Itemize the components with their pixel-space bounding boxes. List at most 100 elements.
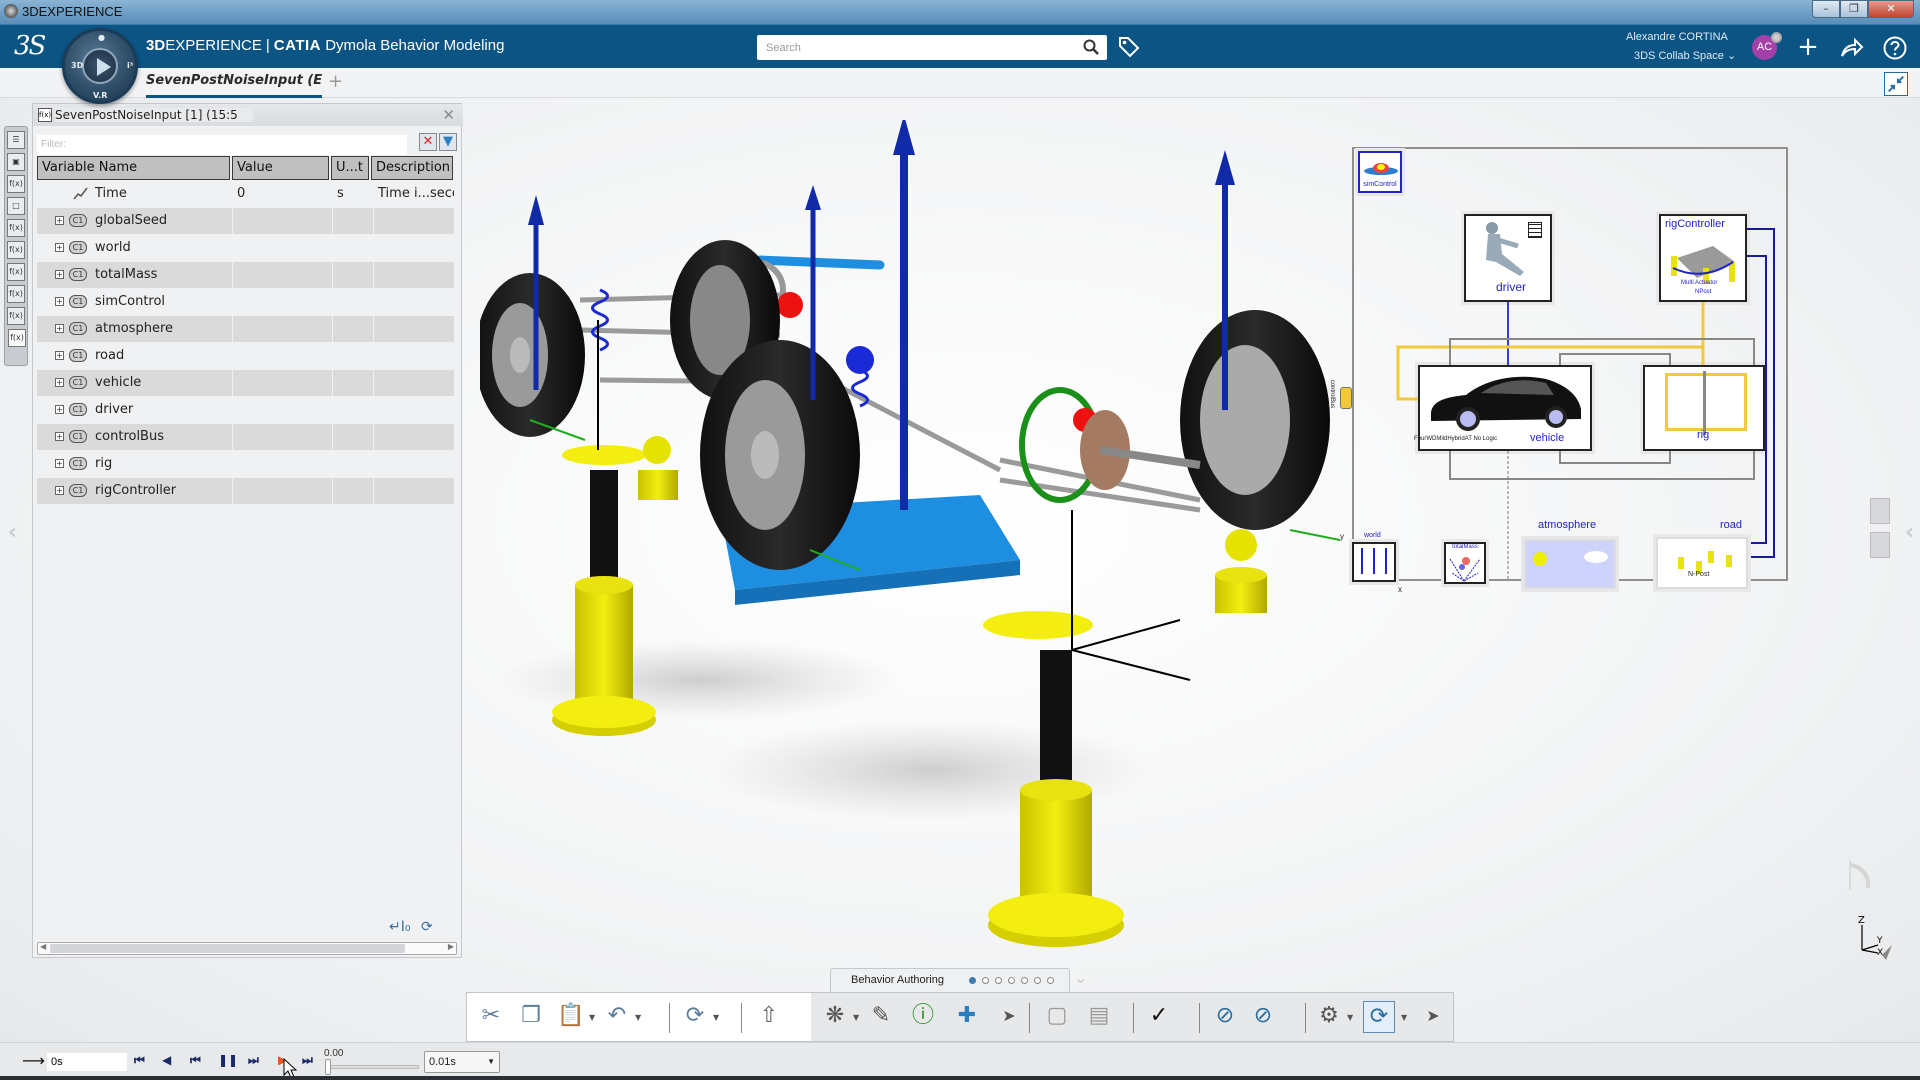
table-row[interactable]: + C1 rig [37,450,457,477]
variable-value-cell[interactable]: 0 [233,181,332,207]
initial-value-icon[interactable]: ↵I₀ [389,919,410,935]
cut-icon[interactable]: ✂ [475,1001,507,1033]
expand-icon[interactable]: + [55,242,64,252]
comment-icon[interactable] [1870,498,1890,524]
collapse-right-panel-icon[interactable]: ‹ [1905,520,1914,545]
table-row[interactable]: + C1 driver [37,396,457,423]
expand-icon[interactable]: + [55,377,64,387]
table-row[interactable]: + C1 totalMass [37,261,457,288]
compass-info-label[interactable]: i³ [127,61,133,70]
share-icon[interactable] [1838,35,1864,61]
table-row[interactable]: + C1 simControl [37,288,457,315]
time-step-select[interactable]: 0.01s ▼ [424,1051,500,1073]
variable-name-cell[interactable]: Time [37,181,232,207]
ds-logo-icon[interactable]: 3S [14,31,46,61]
block-driver[interactable]: driver [1464,214,1552,302]
block-icon[interactable]: ▢ [1041,1001,1073,1033]
tag-icon[interactable] [1117,35,1141,59]
simulate-dropdown-icon[interactable]: ▼ [1401,1013,1407,1022]
variable-name-cell[interactable]: + C1 rigController [37,477,232,504]
component-icon[interactable]: ▣ [7,153,25,171]
page-dot[interactable] [1047,977,1054,984]
step-backward-icon[interactable]: ◀ [162,1053,171,1067]
3d-vehicle-model[interactable] [480,120,1340,960]
playback-slider-thumb[interactable] [325,1059,331,1075]
variable-name-cell[interactable]: + C1 totalMass [37,261,232,288]
clear-filter-icon[interactable]: ✕ [419,133,437,151]
jump-to-start-icon[interactable]: ⏮ [134,1053,145,1068]
table-row[interactable]: + C1 controlBus [37,423,457,450]
expand-icon[interactable]: + [55,431,64,441]
variable-name-cell[interactable]: + C1 world [37,235,232,261]
table-row[interactable]: + C1 rigController [37,477,457,504]
plot-icon[interactable]: f(x) [7,241,25,259]
more-tools-icon[interactable]: ➤ [993,1001,1025,1033]
time-direction-icon[interactable]: ⟶ [22,1051,45,1070]
controlbus-connector[interactable] [1340,387,1352,409]
column-header-name[interactable]: Variable Name [37,156,230,180]
variable-value-cell[interactable] [233,397,332,423]
time-input[interactable] [47,1053,127,1071]
rig-post-rear-right[interactable] [1215,529,1267,613]
page-dot[interactable] [1034,977,1041,984]
variable-name-cell[interactable]: + C1 driver [37,397,232,423]
block-rig[interactable]: rig [1643,365,1765,451]
variable-value-cell[interactable] [233,423,332,450]
wheel-rear-right[interactable] [1180,310,1330,530]
table-row[interactable]: + C1 globalSeed [37,207,457,234]
variable-name-cell[interactable]: + C1 rig [37,451,232,477]
jump-to-end-icon[interactable]: ⏭ [302,1053,313,1068]
variable-value-cell[interactable] [233,235,332,261]
table-row[interactable]: + C1 world [37,234,457,261]
table-row[interactable]: + C1 road [37,342,457,369]
settings-icon[interactable]: ⚙ [1313,1001,1345,1033]
variable-name-cell[interactable]: + C1 simControl [37,289,232,315]
scrollbar-thumb[interactable] [50,944,405,953]
search-box[interactable] [757,35,1107,60]
variable-value-cell[interactable] [233,343,332,369]
table-row[interactable]: + C1 atmosphere [37,315,457,342]
plot-icon-active[interactable]: f(x) [8,329,26,347]
more-actions-icon[interactable]: ➤ [1417,1001,1449,1033]
filter-input[interactable] [37,134,407,155]
horizontal-scrollbar[interactable]: ◀ ▶ [37,942,457,955]
block-vehicle[interactable]: FourWDMildHybridAT No Logic vehicle [1414,365,1592,451]
info-icon[interactable]: ⓘ [907,1001,939,1033]
page-dot[interactable] [995,977,1002,984]
next-frame-icon[interactable]: ⏭ [248,1053,259,1068]
previous-frame-icon[interactable]: ⏮ [190,1053,201,1068]
user-name[interactable]: Alexandre CORTINA [1626,31,1728,43]
copy-icon[interactable]: ❐ [515,1001,547,1033]
simulate-icon[interactable]: ⟳ [1363,1001,1395,1033]
edit-behavior-icon[interactable]: ✎ [865,1001,897,1033]
tree-view-icon[interactable]: ☰ [7,131,25,149]
compass-user-icon[interactable]: ● [98,33,105,42]
block-atmosphere[interactable] [1524,539,1616,589]
variable-value-cell[interactable] [233,451,332,477]
variable-name-cell[interactable]: + C1 atmosphere [37,315,232,342]
page-dot[interactable] [969,977,976,984]
check-icon[interactable]: ✓ [1143,1001,1175,1033]
disconnect-physical-icon[interactable]: ⊘ [1209,1001,1241,1033]
plot-icon[interactable]: f(x) [7,263,25,281]
layout-icon[interactable] [1870,532,1890,558]
expand-icon[interactable]: + [55,269,64,279]
frame-icon[interactable]: □ [7,197,25,215]
tab-sevenpostnoiseinput[interactable]: SevenPostNoiseInput (Encr [146,73,322,98]
variable-value-cell[interactable] [233,315,332,342]
new-behavior-icon[interactable]: ❋ [819,1001,851,1033]
close-panel-icon[interactable]: ✕ [442,106,455,124]
table-row[interactable]: Time 0s Time i...secor [37,180,457,207]
page-dot[interactable] [982,977,989,984]
variable-value-cell[interactable] [233,369,332,396]
modelica-diagram[interactable]: simControl driver rigController Multi Ac… [1329,147,1788,594]
variable-value-cell[interactable] [233,477,332,504]
chevron-down-icon[interactable]: ⌄ [1074,968,1087,987]
search-icon[interactable] [1083,39,1099,55]
paste-icon[interactable]: 📋 [555,1001,587,1033]
disconnect-logical-icon[interactable]: ⊘ [1247,1001,1279,1033]
pause-icon[interactable]: ❚❚ [218,1053,238,1067]
wheel-front-right[interactable] [700,340,860,570]
view-manipulator[interactable] [1849,860,1871,890]
column-header-description[interactable]: Description [371,156,453,180]
